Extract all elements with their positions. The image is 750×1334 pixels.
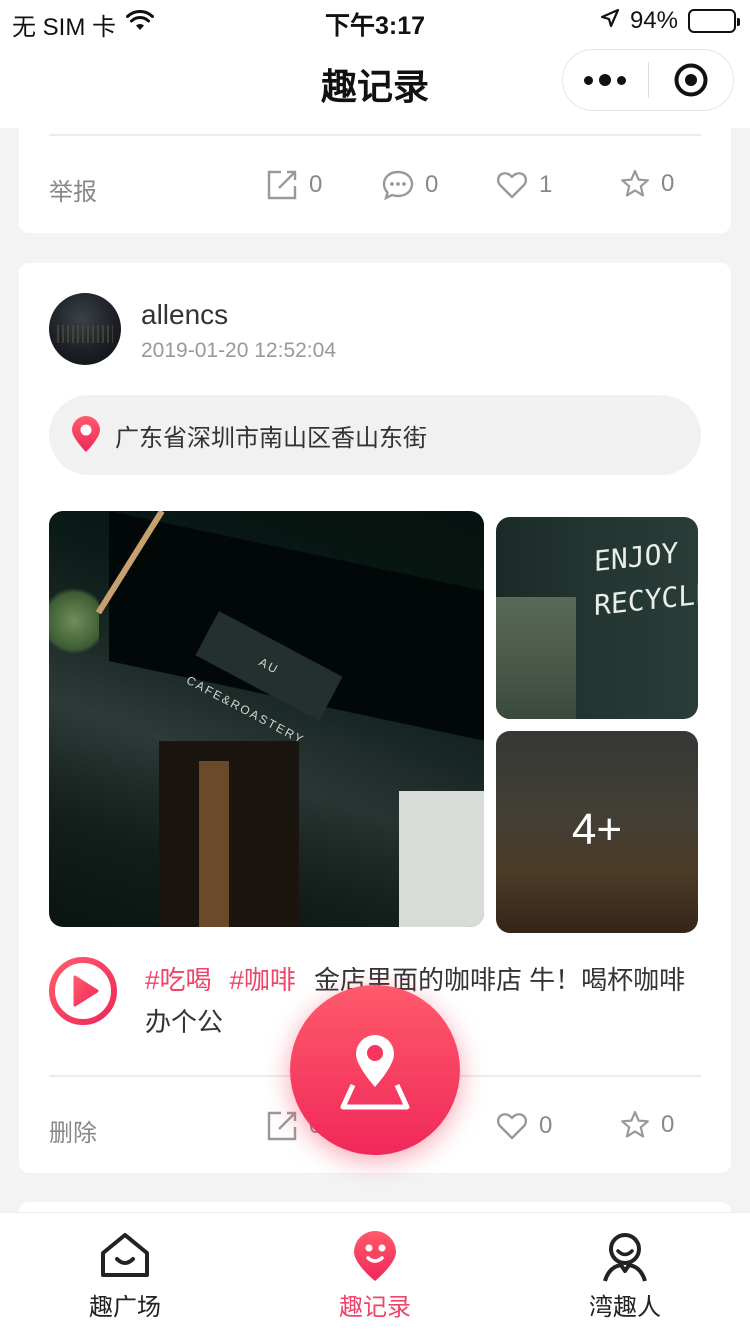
tab-people[interactable]: 湾趣人 xyxy=(500,1213,750,1334)
report-link[interactable]: 举报 xyxy=(49,172,97,207)
photo-wall xyxy=(399,791,484,927)
post-actions: 举报 0 0 1 0 xyxy=(49,164,701,208)
location-face-icon xyxy=(350,1231,400,1288)
photo-background xyxy=(496,597,576,719)
favorite-count: 0 xyxy=(661,1111,675,1138)
map-location-icon xyxy=(340,1035,410,1110)
photo-tree xyxy=(49,581,99,661)
edit-share-icon xyxy=(267,170,297,200)
tab-label: 趣广场 xyxy=(89,1294,161,1321)
hashtag[interactable]: #吃喝 xyxy=(145,965,211,995)
more-dot-icon xyxy=(599,74,612,86)
recycle-sign: ENJOY RECYCLE! xyxy=(594,526,698,628)
tab-plaza[interactable]: 趣广场 xyxy=(0,1213,250,1334)
favorite-action[interactable]: 0 xyxy=(619,1109,674,1141)
share-count: 0 xyxy=(309,171,323,198)
more-dot-icon xyxy=(617,75,627,85)
heart-icon xyxy=(496,172,528,199)
post-photo-2[interactable]: ENJOY RECYCLE! xyxy=(496,517,698,719)
status-bar: 无 SIM 卡 下午3:17 94% xyxy=(0,0,750,41)
person-icon xyxy=(601,1231,649,1288)
more-photos-count: 4+ xyxy=(571,805,623,854)
share-action[interactable]: 0 xyxy=(265,168,322,202)
like-action[interactable]: 1 xyxy=(495,168,552,202)
target-circle-icon xyxy=(674,63,708,97)
like-count: 1 xyxy=(539,171,553,198)
post-photo-3[interactable]: 4+ xyxy=(496,731,698,933)
play-audio-button[interactable] xyxy=(47,955,119,1032)
heart-icon xyxy=(496,1113,528,1140)
close-miniprogram-button[interactable] xyxy=(649,50,734,110)
like-count: 0 xyxy=(539,1112,553,1139)
comment-count: 0 xyxy=(425,171,439,198)
status-right: 94% xyxy=(600,7,740,35)
miniprogram-capsule xyxy=(562,49,734,111)
location-arrow-icon xyxy=(600,7,620,35)
more-button[interactable] xyxy=(563,50,648,110)
like-action[interactable]: 0 xyxy=(495,1109,552,1143)
tab-bar: 趣广场 趣记录 湾趣人 xyxy=(0,1212,750,1334)
avatar[interactable] xyxy=(49,293,121,365)
star-icon xyxy=(621,1110,649,1138)
battery-icon xyxy=(688,9,740,33)
battery-percent: 94% xyxy=(629,7,678,34)
delete-link[interactable]: 删除 xyxy=(49,1113,97,1148)
comment-icon xyxy=(382,170,414,201)
house-smile-icon xyxy=(99,1231,151,1284)
play-icon xyxy=(49,957,117,1025)
comment-action[interactable]: 0 xyxy=(381,168,438,202)
photo-door xyxy=(159,741,299,927)
add-record-fab[interactable] xyxy=(290,985,460,1155)
favorite-count: 0 xyxy=(661,170,675,197)
more-dot-icon xyxy=(584,75,594,85)
hashtag[interactable]: #咖啡 xyxy=(229,965,295,995)
map-pin-icon xyxy=(72,416,100,452)
divider xyxy=(49,134,701,136)
username[interactable]: allencs xyxy=(141,299,228,331)
tab-records[interactable]: 趣记录 xyxy=(250,1213,500,1334)
nav-bar: 趣记录 xyxy=(0,40,750,128)
tab-label: 湾趣人 xyxy=(589,1294,661,1321)
location-text: 广东省深圳市南山区香山东街 xyxy=(115,424,427,452)
star-icon xyxy=(621,169,649,197)
favorite-action[interactable]: 0 xyxy=(619,168,674,200)
location-tag[interactable]: 广东省深圳市南山区香山东街 xyxy=(49,395,701,475)
post-photo-main[interactable]: AU CAFE&ROASTERY xyxy=(49,511,484,927)
tab-label: 趣记录 xyxy=(339,1294,411,1321)
post-timestamp: 2019-01-20 12:52:04 xyxy=(141,339,336,362)
edit-share-icon xyxy=(267,1111,297,1141)
